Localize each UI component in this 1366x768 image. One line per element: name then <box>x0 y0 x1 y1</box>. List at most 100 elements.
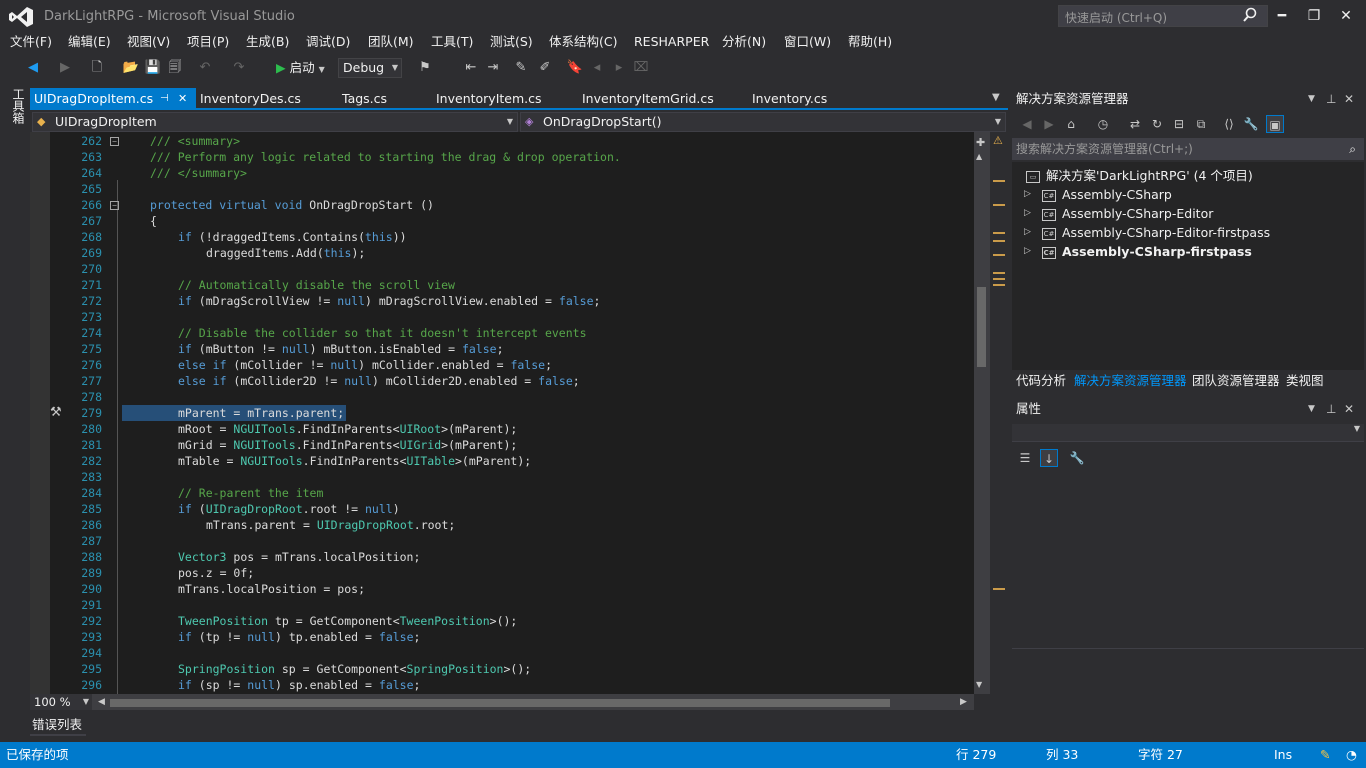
code-line[interactable]: 293 if (tp != null) tp.enabled = false; <box>50 629 974 645</box>
zoom-select[interactable]: 100 % ▼ <box>30 694 92 710</box>
code-line[interactable]: 286 mTrans.parent = UIDragDropRoot.root; <box>50 517 974 533</box>
code-line[interactable]: 276 else if (mCollider != null) mCollider… <box>50 357 974 373</box>
expand-arrow-icon[interactable]: ▷ <box>1024 204 1031 223</box>
save-all-icon[interactable]: 🗐 <box>166 59 184 77</box>
tab-overflow-icon[interactable]: ▼ <box>992 92 1004 106</box>
code-line[interactable]: 271 // Automatically disable the scroll v… <box>50 277 974 293</box>
code-line[interactable]: 288 Vector3 pos = mTrans.localPosition; <box>50 549 974 565</box>
code-line[interactable]: 270 <box>50 261 974 277</box>
menu-window[interactable]: 窗口(W) <box>784 32 831 52</box>
code-line[interactable]: 283 <box>50 469 974 485</box>
tab-inventory[interactable]: Inventory.cs <box>748 88 827 110</box>
vertical-scrollbar-thumb[interactable] <box>977 287 986 367</box>
chevron-down-icon[interactable]: ▼ <box>1308 88 1315 110</box>
preview-selected-icon[interactable]: ▣ <box>1266 115 1284 133</box>
menu-team[interactable]: 团队(M) <box>368 32 414 52</box>
scroll-down-icon[interactable]: ▼ <box>976 680 982 689</box>
vertical-scrollbar[interactable] <box>974 132 990 694</box>
code-line[interactable]: 279 mParent = mTrans.parent; <box>50 405 974 421</box>
view-code-icon[interactable]: ⟨⟩ <box>1220 115 1238 133</box>
close-window-button[interactable]: ✕ <box>1334 6 1358 26</box>
menu-edit[interactable]: 编辑(E) <box>68 32 111 52</box>
next-bookmark-icon[interactable]: ▸ <box>610 59 628 77</box>
notifications-icon[interactable]: ◔ <box>1346 742 1357 768</box>
tab-team-explorer[interactable]: 团队资源管理器 <box>1192 370 1280 392</box>
code-line[interactable]: 295 SpringPosition sp = GetComponent<Spri… <box>50 661 974 677</box>
menu-build[interactable]: 生成(B) <box>246 32 289 52</box>
tab-code-analysis[interactable]: 代码分析 <box>1016 370 1066 392</box>
expand-arrow-icon[interactable]: ▷ <box>1024 223 1031 242</box>
collapse-toggle-icon[interactable]: − <box>110 137 119 146</box>
menu-view[interactable]: 视图(V) <box>127 32 170 52</box>
code-line[interactable]: 284 // Re-parent the item <box>50 485 974 501</box>
code-line[interactable]: 278 <box>50 389 974 405</box>
quick-launch-input[interactable]: 快速启动 (Ctrl+Q) <box>1058 5 1268 27</box>
property-pages-icon[interactable]: 🔧 <box>1068 449 1086 467</box>
tab-inventoryitem[interactable]: InventoryItem.cs <box>432 88 542 110</box>
collapse-all-icon[interactable]: ⊟ <box>1170 115 1188 133</box>
code-line[interactable]: 292 TweenPosition tp = GetComponent<Tween… <box>50 613 974 629</box>
code-line[interactable]: 273 <box>50 309 974 325</box>
tree-project-node[interactable]: ▷ C# Assembly-CSharp <box>1024 185 1172 204</box>
code-line[interactable]: 282 mTable = NGUITools.FindInParents<UITa… <box>50 453 974 469</box>
code-line[interactable]: 265 <box>50 181 974 197</box>
code-line[interactable]: 285 if (UIDragDropRoot.root != null) <box>50 501 974 517</box>
find-in-files-icon[interactable]: ⚑ <box>416 59 434 77</box>
navigate-forward-icon[interactable]: ▶ <box>56 59 74 77</box>
error-list-tab[interactable]: 错误列表 <box>30 714 86 736</box>
code-line[interactable]: 277 else if (mCollider2D != null) mCollid… <box>50 373 974 389</box>
feedback-icon[interactable]: ✎ <box>1320 742 1330 768</box>
scroll-left-icon[interactable]: ◀ <box>98 697 105 707</box>
collapse-toggle-icon[interactable]: − <box>110 201 119 210</box>
scroll-up-icon[interactable]: ▲ <box>976 152 982 161</box>
code-line[interactable]: 275 if (mButton != null) mButton.isEnable… <box>50 341 974 357</box>
menu-debug[interactable]: 调试(D) <box>306 32 350 52</box>
menu-analyze[interactable]: 分析(N) <box>722 32 766 52</box>
minimize-button[interactable]: ━ <box>1270 6 1294 26</box>
code-line[interactable]: 291 <box>50 597 974 613</box>
menu-file[interactable]: 文件(F) <box>10 32 52 52</box>
categorized-icon[interactable]: ☰ <box>1016 449 1034 467</box>
indent-icon[interactable]: ⇤ <box>462 59 480 77</box>
code-line[interactable]: 263 /// Perform any logic related to star… <box>50 149 974 165</box>
tab-inventoryitemgrid[interactable]: InventoryItemGrid.cs <box>578 88 714 110</box>
close-icon[interactable]: ✕ <box>178 88 187 110</box>
type-selector[interactable]: ◆ UIDragDropItem ▼ <box>32 112 518 132</box>
comment-icon[interactable]: ✎ <box>512 59 530 77</box>
pin-icon[interactable]: ⊣ <box>160 88 169 110</box>
forward-icon[interactable]: ▶ <box>1040 115 1058 133</box>
tab-class-view[interactable]: 类视图 <box>1286 370 1324 392</box>
code-line[interactable]: 266− protected virtual void OnDragDropSta… <box>50 197 974 213</box>
restore-button[interactable]: ❐ <box>1302 6 1326 26</box>
tab-solution-explorer[interactable]: 解决方案资源管理器 <box>1074 370 1187 392</box>
menu-tools[interactable]: 工具(T) <box>431 32 473 52</box>
refresh-icon[interactable]: ↻ <box>1148 115 1166 133</box>
close-icon[interactable]: ✕ <box>1344 88 1354 110</box>
open-file-icon[interactable]: 📂 <box>122 59 140 77</box>
tab-inventorydes[interactable]: InventoryDes.cs <box>196 88 301 110</box>
tab-uidragdropitem[interactable]: UIDragDropItem.cs ⊣ ✕ <box>30 88 196 110</box>
save-icon[interactable]: 💾 <box>144 59 162 77</box>
search-icon[interactable] <box>1242 7 1258 23</box>
code-line[interactable]: 262− /// <summary> <box>50 133 974 149</box>
solution-explorer-search-input[interactable]: 搜索解决方案资源管理器(Ctrl+;) ⌕ <box>1012 138 1364 160</box>
search-icon[interactable]: ⌕ <box>1349 138 1356 160</box>
code-line[interactable]: 274 // Disable the collider so that it do… <box>50 325 974 341</box>
tree-project-node[interactable]: ▷ C# Assembly-CSharp-Editor-firstpass <box>1024 223 1270 242</box>
prev-bookmark-icon[interactable]: ◂ <box>588 59 606 77</box>
code-line[interactable]: 264 /// </summary> <box>50 165 974 181</box>
code-line[interactable]: 281 mGrid = NGUITools.FindInParents<UIGri… <box>50 437 974 453</box>
menu-resharper[interactable]: RESHARPER <box>634 32 709 52</box>
properties-wrench-icon[interactable]: 🔧 <box>1242 115 1260 133</box>
menu-test[interactable]: 测试(S) <box>490 32 533 52</box>
code-line[interactable]: 272 if (mDragScrollView != null) mDragScr… <box>50 293 974 309</box>
tree-project-node-startup[interactable]: ▷ C# Assembly-CSharp-firstpass <box>1024 242 1252 261</box>
undo-icon[interactable]: ↶ <box>196 59 214 77</box>
back-icon[interactable]: ◀ <box>1018 115 1036 133</box>
code-line[interactable]: 290 mTrans.localPosition = pos; <box>50 581 974 597</box>
code-line[interactable]: 268 if (!draggedItems.Contains(this)) <box>50 229 974 245</box>
code-editor[interactable]: ⚒ 262−/// <summary> 263/// Perform any lo… <box>30 132 974 694</box>
menu-help[interactable]: 帮助(H) <box>848 32 892 52</box>
menu-project[interactable]: 项目(P) <box>187 32 229 52</box>
toolbox-tab[interactable]: 工具箱 <box>8 88 25 124</box>
